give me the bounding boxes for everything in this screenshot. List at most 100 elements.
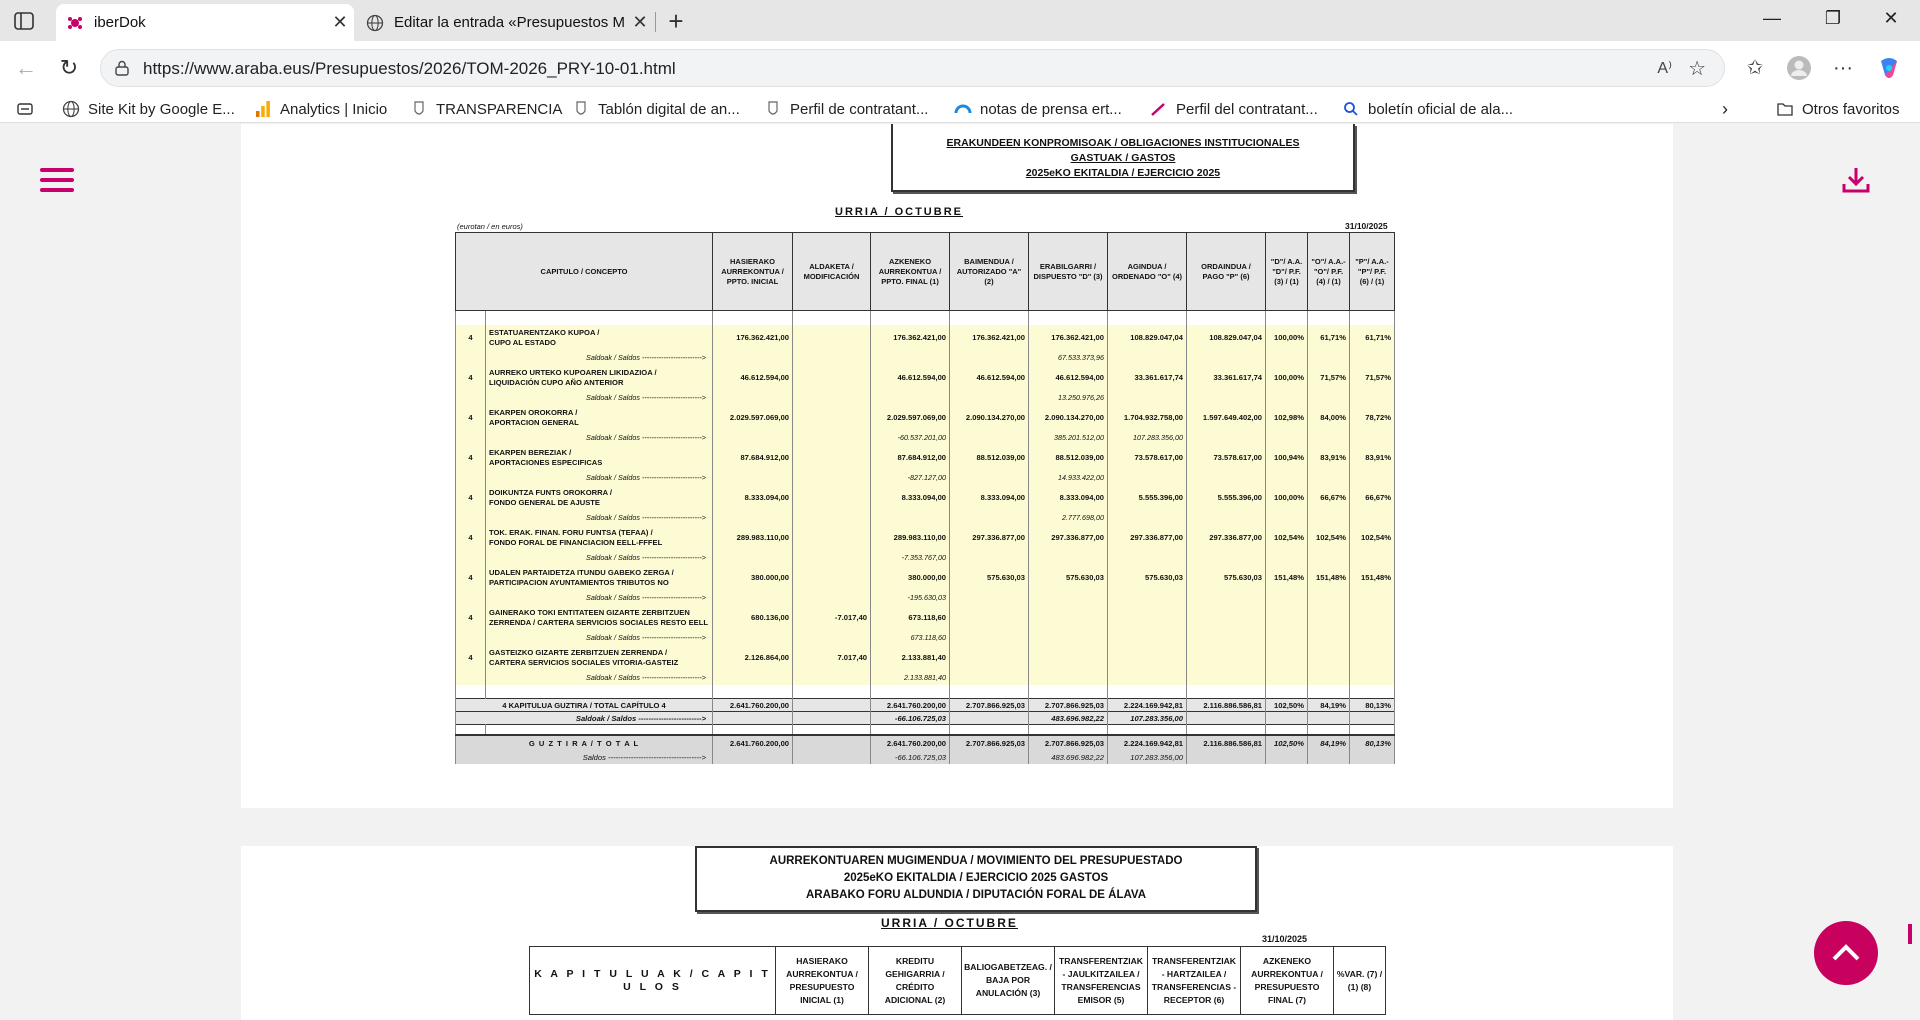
cell-autorizado: 2.707.866.925,03 (949, 733, 1030, 751)
cell-final: 8.333.094,00 (870, 484, 951, 511)
bookmark-label: notas de prensa ert... (980, 100, 1122, 118)
cell-pct-p: 66,67% (1349, 484, 1396, 511)
cell-dispuesto: 176.362.421,00 (1028, 324, 1109, 351)
cell-saldo-final: -66.106.725,03 (870, 711, 951, 725)
cell-modificacion (792, 564, 872, 591)
cell-saldo-dispuesto: 483.696.982,22 (1028, 750, 1109, 764)
folder-icon (1776, 100, 1794, 118)
cell-pct-d: 100,00% (1265, 484, 1309, 511)
cell-dispuesto: 46.612.594,00 (1028, 364, 1109, 391)
saldos-label: Saldoak / Saldos -----------------------… (454, 711, 714, 725)
favorite-star-icon[interactable]: ☆ (1688, 56, 1706, 81)
tab-iberdok[interactable]: iberDok ✕ (56, 4, 354, 41)
column-header: %VAR. (7) / (1) (8) (1333, 946, 1386, 1015)
cell-modificacion (792, 404, 872, 431)
tab-editar-entrada[interactable]: Editar la entrada «Presupuestos M ✕ (356, 4, 654, 41)
cell-saldo-ordenado (1107, 350, 1188, 365)
back-icon[interactable]: ← (12, 55, 40, 83)
bookmark-perfil-contratante-1[interactable]: Perfil de contratant... (764, 98, 928, 120)
copilot-icon[interactable] (1874, 53, 1904, 83)
favorites-icon[interactable]: ✩ (1740, 53, 1770, 83)
url-text[interactable]: https://www.araba.eus/Presupuestos/2026/… (143, 59, 676, 79)
cell-saldo-dispuesto: 385.201.512,00 (1028, 430, 1109, 445)
cell-concepto: TOK. ERAK. FINAN. FORU FUNTSA (TEFAA) / … (484, 524, 714, 551)
cell-ordenado: 575.630,03 (1107, 564, 1188, 591)
saldos-label: Saldoak / Saldos -----------------------… (484, 430, 714, 445)
concept-line: ZERRENDA / CARTERA SERVICIOS SOCIALES RE… (489, 617, 708, 627)
close-tab-icon[interactable]: ✕ (626, 12, 654, 33)
profile-avatar-icon[interactable] (1784, 53, 1814, 83)
cell-dispuesto: 2.707.866.925,03 (1028, 698, 1109, 712)
cell-dispuesto: 297.336.877,00 (1028, 524, 1109, 551)
bookmark-site-kit[interactable]: Site Kit by Google E... (62, 98, 235, 120)
cell-ordenado: 2.224.169.942,81 (1107, 733, 1188, 751)
concept-line: DOIKUNTZA FUNTS OROKORRA / (489, 487, 613, 497)
crest-icon (410, 100, 428, 118)
cell-modificacion: 7.017,40 (792, 644, 872, 671)
bookmark-transparencia[interactable]: TRANSPARENCIA (410, 98, 562, 120)
cell-saldo-final: -66.106.725,03 (870, 750, 951, 764)
minimize-icon[interactable]: — (1749, 8, 1795, 34)
cell-inicial: 2.641.760.200,00 (712, 698, 794, 712)
iberdok-favicon-icon (66, 14, 84, 32)
cell-dispuesto: 8.333.094,00 (1028, 484, 1109, 511)
concept-line: EKARPEN BEREZIAK / (489, 447, 572, 457)
column-header: HASIERAKO AURREKONTUA / PPTO. INICIAL (712, 232, 794, 311)
saldos-row: Saldoak / Saldos -----------------------… (455, 550, 1396, 565)
reload-icon[interactable]: ↻ (55, 55, 83, 83)
cell-saldo-ordenado: 107.283.356,00 (1107, 750, 1188, 764)
cell-saldo-ordenado (1107, 630, 1188, 645)
saldos-label: Saldoak / Saldos -----------------------… (484, 470, 714, 485)
bookmark-perfil-contratante-2[interactable]: Perfil del contratant... (1150, 98, 1318, 120)
bookmark-label: Analytics | Inicio (280, 100, 388, 118)
new-tab-icon[interactable]: + (662, 8, 690, 36)
tab-actions-icon[interactable] (12, 9, 36, 33)
cell-autorizado: 8.333.094,00 (949, 484, 1030, 511)
bookmark-boletin[interactable]: boletín oficial de ala... (1342, 98, 1513, 120)
cell-saldo-dispuesto: 483.696.982,22 (1028, 711, 1109, 725)
cell-inicial: 8.333.094,00 (712, 484, 794, 511)
chapter-total-label: 4 KAPITULUA GUZTIRA / TOTAL CAPÍTULO 4 (454, 698, 714, 712)
cell-concepto: AURREKO URTEKO KUPOAREN LIKIDAZIOA / LIQU… (484, 364, 714, 391)
address-bar[interactable]: https://www.araba.eus/Presupuestos/2026/… (100, 49, 1725, 87)
read-aloud-icon[interactable]: A⁾ (1657, 58, 1672, 78)
cell-final: 2.133.881,40 (870, 644, 951, 671)
hamburger-menu-icon[interactable] (40, 168, 74, 194)
scrollbar-thumb[interactable] (1908, 924, 1912, 944)
bookmark-label: TRANSPARENCIA (436, 100, 563, 118)
cell-pct-p (1349, 604, 1396, 631)
cell-pct-d: 151,48% (1265, 564, 1309, 591)
cell-dispuesto: 88.512.039,00 (1028, 444, 1109, 471)
other-favorites[interactable]: Otros favoritos (1776, 98, 1900, 120)
bookmarks-menu-icon[interactable] (16, 98, 42, 120)
cell-capitulo: 4 (455, 644, 486, 671)
cell-pct-p: 83,91% (1349, 444, 1396, 471)
saldos-row: Saldoak / Saldos -----------------------… (455, 670, 1396, 685)
site-info-icon[interactable] (113, 59, 131, 77)
bookmark-analytics[interactable]: Analytics | Inicio (254, 98, 387, 120)
cell-ordenado: 73.578.617,00 (1107, 444, 1188, 471)
cell-saldo-ordenado (1107, 470, 1188, 485)
cell-final: 289.983.110,00 (870, 524, 951, 551)
cell-saldo-dispuesto (1028, 630, 1109, 645)
scroll-to-top-button[interactable] (1814, 921, 1878, 985)
cell-saldo-final (870, 350, 951, 365)
bookmark-notas-prensa[interactable]: notas de prensa ert... (954, 98, 1122, 120)
table-row: 4 TOK. ERAK. FINAN. FORU FUNTSA (TEFAA) /… (455, 524, 1396, 551)
cell-pct-p: 102,54% (1349, 524, 1396, 551)
table-row: 4 ESTATUARENTZAKO KUPOA / CUPO AL ESTADO 17… (455, 324, 1396, 351)
download-icon[interactable] (1840, 164, 1872, 196)
more-options-icon[interactable]: ··· (1828, 53, 1858, 83)
cell-saldo-dispuesto: 2.777.698,00 (1028, 510, 1109, 525)
restore-icon[interactable]: ❐ (1810, 8, 1856, 34)
cell-capitulo: 4 (455, 564, 486, 591)
cell-pago: 5.555.396,00 (1186, 484, 1267, 511)
grand-total-label: G U Z T I R A / T O T A L (454, 733, 714, 751)
bookmark-tablon[interactable]: Tablón digital de an... (572, 98, 740, 120)
close-tab-icon[interactable]: ✕ (326, 12, 354, 33)
close-window-icon[interactable]: ✕ (1868, 8, 1914, 34)
cell-pct-p: 71,57% (1349, 364, 1396, 391)
cell-dispuesto: 2.707.866.925,03 (1028, 733, 1109, 751)
bookmarks-more-chevron-icon[interactable]: › (1722, 98, 1728, 120)
cell-pct-d: 102,50% (1265, 733, 1309, 751)
